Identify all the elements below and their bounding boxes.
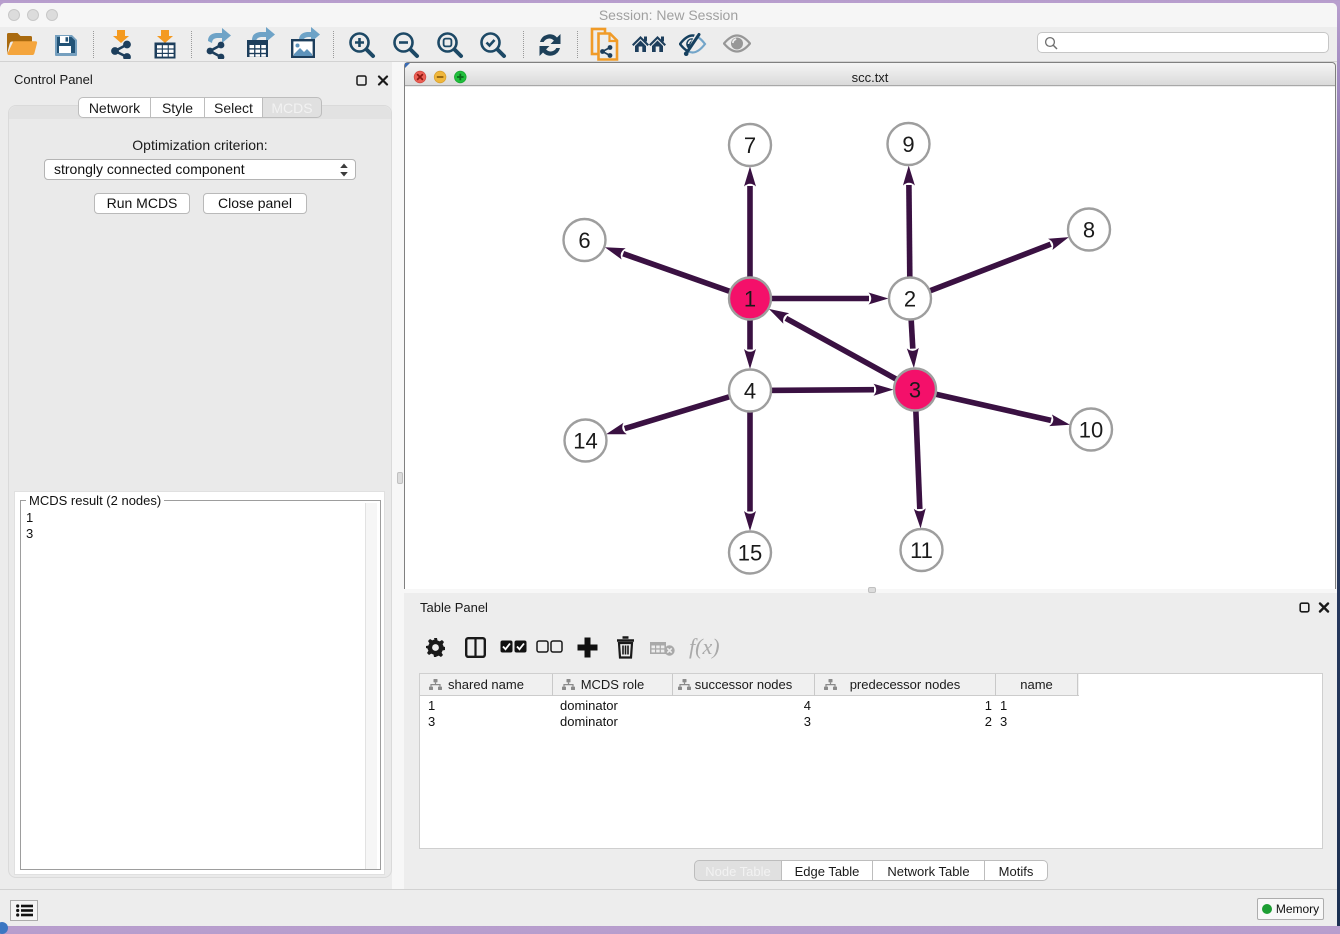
svg-text:9: 9 <box>902 132 914 157</box>
svg-text:4: 4 <box>744 379 756 404</box>
svg-text:10: 10 <box>1079 418 1103 443</box>
svg-text:11: 11 <box>910 538 933 563</box>
svg-text:1: 1 <box>744 287 756 312</box>
svg-text:2: 2 <box>904 287 916 312</box>
svg-text:8: 8 <box>1083 218 1095 243</box>
svg-text:15: 15 <box>738 541 762 566</box>
svg-text:3: 3 <box>909 378 921 403</box>
svg-text:7: 7 <box>744 133 756 158</box>
svg-text:14: 14 <box>573 429 597 454</box>
svg-text:6: 6 <box>578 228 590 253</box>
